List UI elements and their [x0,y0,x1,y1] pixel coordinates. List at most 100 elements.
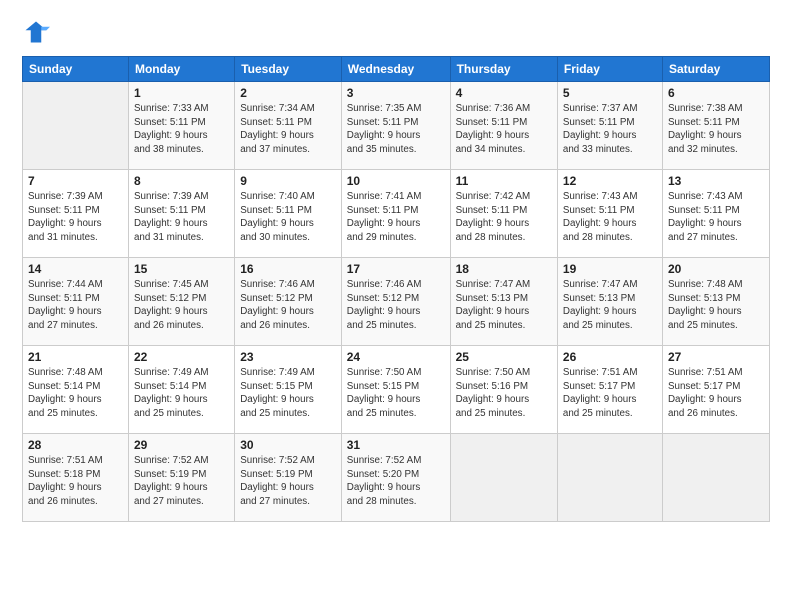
day-number: 20 [668,262,764,276]
page: SundayMondayTuesdayWednesdayThursdayFrid… [0,0,792,612]
calendar-week-3: 14 Sunrise: 7:44 AM Sunset: 5:11 PM Dayli… [23,258,770,346]
day-info: Sunrise: 7:39 AM Sunset: 5:11 PM Dayligh… [28,190,123,245]
day-number: 27 [668,350,764,364]
calendar-cell: 19 Sunrise: 7:47 AM Sunset: 5:13 PM Dayli… [557,258,662,346]
calendar-cell: 24 Sunrise: 7:50 AM Sunset: 5:15 PM Dayli… [341,346,450,434]
calendar-cell: 3Sunrise: 7:35 AM Sunset: 5:11 PM Daylig… [341,82,450,170]
logo [22,18,54,46]
calendar-cell: 2 Sunrise: 7:34 AM Sunset: 5:11 PM Daylig… [235,82,342,170]
calendar-cell: 12 Sunrise: 7:43 AM Sunset: 5:11 PM Dayli… [557,170,662,258]
day-number: 21 [28,350,123,364]
day-info: Sunrise: 7:52 AM Sunset: 5:19 PM Dayligh… [134,454,229,509]
calendar-cell: 30 Sunrise: 7:52 AM Sunset: 5:19 PM Dayli… [235,434,342,522]
day-number: 19 [563,262,657,276]
day-info: Sunrise: 7:41 AM Sunset: 5:11 PM Dayligh… [347,190,445,245]
header [22,18,770,46]
day-number: 17 [347,262,445,276]
day-number: 12 [563,174,657,188]
day-number: 18 [456,262,552,276]
day-number: 28 [28,438,123,452]
day-number: 30 [240,438,336,452]
day-info: Sunrise: 7:46 AM Sunset: 5:12 PM Dayligh… [240,278,336,333]
day-info: Sunrise: 7:39 AM Sunset: 5:11 PM Dayligh… [134,190,229,245]
day-number: 24 [347,350,445,364]
day-info: Sunrise: 7:50 AM Sunset: 5:16 PM Dayligh… [456,366,552,421]
calendar-cell: 31 Sunrise: 7:52 AM Sunset: 5:20 PM Dayli… [341,434,450,522]
day-info: Sunrise: 7:33 AM Sunset: 5:11 PM Dayligh… [134,102,229,157]
day-number: 11 [456,174,552,188]
calendar-cell: 6Sunrise: 7:38 AM Sunset: 5:11 PM Daylig… [662,82,769,170]
calendar-cell: 15 Sunrise: 7:45 AM Sunset: 5:12 PM Dayli… [128,258,234,346]
weekday-header-monday: Monday [128,57,234,82]
day-number: 4 [456,86,552,100]
day-info: Sunrise: 7:43 AM Sunset: 5:11 PM Dayligh… [563,190,657,245]
calendar-cell: 26Sunrise: 7:51 AM Sunset: 5:17 PM Dayli… [557,346,662,434]
day-info: Sunrise: 7:51 AM Sunset: 5:18 PM Dayligh… [28,454,123,509]
day-number: 7 [28,174,123,188]
day-info: Sunrise: 7:48 AM Sunset: 5:13 PM Dayligh… [668,278,764,333]
calendar-cell: 4 Sunrise: 7:36 AM Sunset: 5:11 PM Daylig… [450,82,557,170]
day-info: Sunrise: 7:44 AM Sunset: 5:11 PM Dayligh… [28,278,123,333]
calendar-cell: 11 Sunrise: 7:42 AM Sunset: 5:11 PM Dayli… [450,170,557,258]
day-number: 6 [668,86,764,100]
weekday-header-thursday: Thursday [450,57,557,82]
day-info: Sunrise: 7:45 AM Sunset: 5:12 PM Dayligh… [134,278,229,333]
calendar-cell [557,434,662,522]
calendar-cell: 27Sunrise: 7:51 AM Sunset: 5:17 PM Dayli… [662,346,769,434]
calendar-cell: 7 Sunrise: 7:39 AM Sunset: 5:11 PM Daylig… [23,170,129,258]
day-info: Sunrise: 7:49 AM Sunset: 5:15 PM Dayligh… [240,366,336,421]
day-number: 13 [668,174,764,188]
day-info: Sunrise: 7:37 AM Sunset: 5:11 PM Dayligh… [563,102,657,157]
day-info: Sunrise: 7:36 AM Sunset: 5:11 PM Dayligh… [456,102,552,157]
day-number: 23 [240,350,336,364]
calendar-cell: 10 Sunrise: 7:41 AM Sunset: 5:11 PM Dayli… [341,170,450,258]
calendar-cell: 23 Sunrise: 7:49 AM Sunset: 5:15 PM Dayli… [235,346,342,434]
day-info: Sunrise: 7:46 AM Sunset: 5:12 PM Dayligh… [347,278,445,333]
day-number: 2 [240,86,336,100]
day-number: 31 [347,438,445,452]
day-info: Sunrise: 7:47 AM Sunset: 5:13 PM Dayligh… [456,278,552,333]
weekday-header-row: SundayMondayTuesdayWednesdayThursdayFrid… [23,57,770,82]
calendar-header: SundayMondayTuesdayWednesdayThursdayFrid… [23,57,770,82]
day-info: Sunrise: 7:42 AM Sunset: 5:11 PM Dayligh… [456,190,552,245]
calendar-cell: 22 Sunrise: 7:49 AM Sunset: 5:14 PM Dayli… [128,346,234,434]
day-number: 26 [563,350,657,364]
calendar-week-2: 7 Sunrise: 7:39 AM Sunset: 5:11 PM Daylig… [23,170,770,258]
calendar-cell: 29 Sunrise: 7:52 AM Sunset: 5:19 PM Dayli… [128,434,234,522]
day-number: 14 [28,262,123,276]
day-number: 1 [134,86,229,100]
day-info: Sunrise: 7:47 AM Sunset: 5:13 PM Dayligh… [563,278,657,333]
calendar-cell: 9Sunrise: 7:40 AM Sunset: 5:11 PM Daylig… [235,170,342,258]
calendar-week-5: 28 Sunrise: 7:51 AM Sunset: 5:18 PM Dayli… [23,434,770,522]
weekday-header-tuesday: Tuesday [235,57,342,82]
calendar-cell: 1 Sunrise: 7:33 AM Sunset: 5:11 PM Daylig… [128,82,234,170]
logo-icon [22,18,50,46]
day-number: 9 [240,174,336,188]
day-number: 15 [134,262,229,276]
day-number: 5 [563,86,657,100]
day-info: Sunrise: 7:52 AM Sunset: 5:20 PM Dayligh… [347,454,445,509]
day-number: 10 [347,174,445,188]
weekday-header-friday: Friday [557,57,662,82]
calendar-cell: 8Sunrise: 7:39 AM Sunset: 5:11 PM Daylig… [128,170,234,258]
day-number: 22 [134,350,229,364]
weekday-header-saturday: Saturday [662,57,769,82]
calendar-week-4: 21Sunrise: 7:48 AM Sunset: 5:14 PM Dayli… [23,346,770,434]
calendar-body: 1 Sunrise: 7:33 AM Sunset: 5:11 PM Daylig… [23,82,770,522]
calendar-cell: 18 Sunrise: 7:47 AM Sunset: 5:13 PM Dayli… [450,258,557,346]
weekday-header-sunday: Sunday [23,57,129,82]
day-number: 25 [456,350,552,364]
calendar-cell: 21Sunrise: 7:48 AM Sunset: 5:14 PM Dayli… [23,346,129,434]
calendar-cell: 25 Sunrise: 7:50 AM Sunset: 5:16 PM Dayli… [450,346,557,434]
day-info: Sunrise: 7:52 AM Sunset: 5:19 PM Dayligh… [240,454,336,509]
calendar-cell: 5 Sunrise: 7:37 AM Sunset: 5:11 PM Daylig… [557,82,662,170]
calendar-cell: 14 Sunrise: 7:44 AM Sunset: 5:11 PM Dayli… [23,258,129,346]
calendar-cell [450,434,557,522]
day-number: 3 [347,86,445,100]
calendar-cell: 17 Sunrise: 7:46 AM Sunset: 5:12 PM Dayli… [341,258,450,346]
calendar-cell: 20 Sunrise: 7:48 AM Sunset: 5:13 PM Dayli… [662,258,769,346]
day-info: Sunrise: 7:50 AM Sunset: 5:15 PM Dayligh… [347,366,445,421]
day-number: 29 [134,438,229,452]
day-info: Sunrise: 7:34 AM Sunset: 5:11 PM Dayligh… [240,102,336,157]
day-info: Sunrise: 7:49 AM Sunset: 5:14 PM Dayligh… [134,366,229,421]
